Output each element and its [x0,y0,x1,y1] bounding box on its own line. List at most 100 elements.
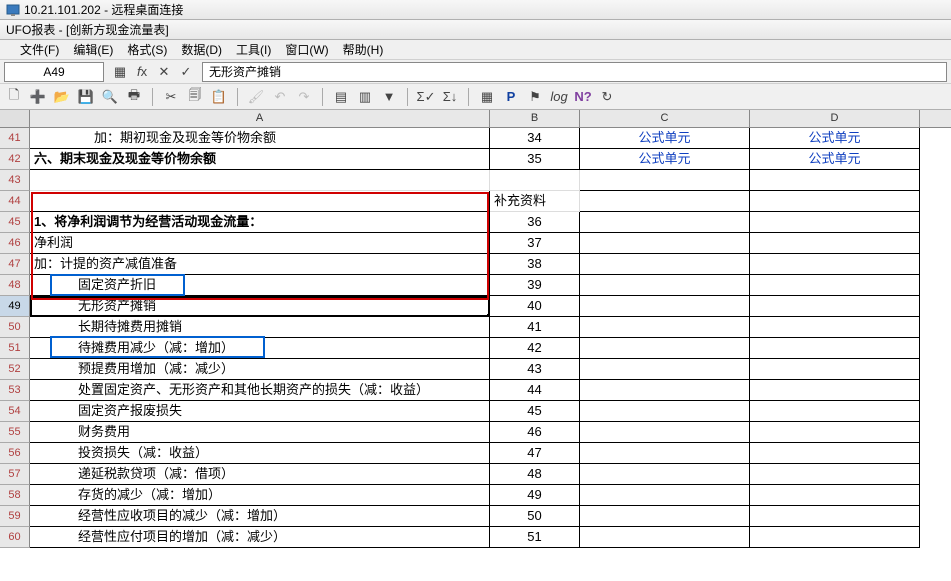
cell-D[interactable] [750,380,920,401]
fx-icon[interactable]: fx [134,64,150,80]
cell-B[interactable]: 42 [490,338,580,359]
preview-icon[interactable]: 🔍 [102,89,118,105]
row-header[interactable]: 49 [0,296,30,317]
delete-row-icon[interactable]: ▥ [357,89,373,105]
param-icon[interactable]: P [503,89,519,105]
cell-B[interactable]: 50 [490,506,580,527]
cell-A[interactable]: 处置固定资产、无形资产和其他长期资产的损失（减：收益） [30,380,490,401]
corner-cell[interactable] [0,110,30,127]
cell-A[interactable]: 净利润 [30,233,490,254]
cell-C[interactable] [580,380,750,401]
confirm-icon[interactable]: ✓ [178,64,194,80]
cell-A[interactable]: 加：计提的资产减值准备 [30,254,490,275]
save-icon[interactable]: 💾 [78,89,94,105]
cell-B[interactable]: 36 [490,212,580,233]
cell-C[interactable] [580,275,750,296]
cell-A[interactable]: 六、期末现金及现金等价物余额 [30,149,490,170]
cell-B[interactable]: 44 [490,380,580,401]
row-header[interactable]: 47 [0,254,30,275]
cell-D[interactable] [750,464,920,485]
undo-icon[interactable]: ↶ [272,89,288,105]
row-header[interactable]: 46 [0,233,30,254]
row-header[interactable]: 60 [0,527,30,548]
log-icon[interactable]: log [551,89,567,105]
menu-edit[interactable]: 编辑(E) [73,41,113,58]
cell-B[interactable]: 35 [490,149,580,170]
cell-B[interactable]: 补充资料 [490,191,580,212]
row-header[interactable]: 50 [0,317,30,338]
cell-C[interactable] [580,506,750,527]
cell-D[interactable] [750,359,920,380]
cell-A[interactable]: 加：期初现金及现金等价物余额 [30,128,490,149]
cell-A[interactable]: 存货的减少（减：增加） [30,485,490,506]
row-header[interactable]: 51 [0,338,30,359]
cell-D[interactable] [750,191,920,212]
sort-icon[interactable]: ▼ [381,89,397,105]
refresh-icon[interactable]: ↻ [599,89,615,105]
cell-D[interactable] [750,485,920,506]
row-header[interactable]: 56 [0,443,30,464]
menu-data[interactable]: 数据(D) [181,41,222,58]
cell-D[interactable]: 公式单元 [750,149,920,170]
cell-D[interactable] [750,275,920,296]
row-header[interactable]: 43 [0,170,30,191]
cell-C[interactable] [580,359,750,380]
col-header-C[interactable]: C [580,110,750,127]
cell-D[interactable] [750,317,920,338]
cell-A[interactable] [30,191,490,212]
cell-D[interactable] [750,170,920,191]
cell-D[interactable] [750,401,920,422]
cell-D[interactable] [750,527,920,548]
cell-C[interactable] [580,254,750,275]
row-header[interactable]: 41 [0,128,30,149]
cell-D[interactable] [750,233,920,254]
print-icon[interactable]: 🖶 [126,89,142,105]
add-sheet-icon[interactable]: ➕ [30,89,46,105]
cell-B[interactable]: 41 [490,317,580,338]
cell-reference-box[interactable]: A49 [4,62,104,82]
cell-A[interactable]: 固定资产报废损失 [30,401,490,422]
brush-icon[interactable]: 🖌 [248,89,264,105]
cell-D[interactable] [750,212,920,233]
cell-A[interactable]: 预提费用增加（减：减少） [30,359,490,380]
cell-A[interactable]: 财务费用 [30,422,490,443]
cell-C[interactable] [580,401,750,422]
cell-D[interactable] [750,254,920,275]
toggle-icon[interactable]: ▦ [112,64,128,80]
cell-B[interactable]: 46 [490,422,580,443]
cut-icon[interactable]: ✂ [163,89,179,105]
row-header[interactable]: 55 [0,422,30,443]
cell-B[interactable]: 48 [490,464,580,485]
row-header[interactable]: 58 [0,485,30,506]
help-icon[interactable]: N? [575,89,591,105]
cell-A[interactable]: 长期待摊费用摊销 [30,317,490,338]
cell-C[interactable] [580,317,750,338]
freeze-icon[interactable]: ▦ [479,89,495,105]
cell-B[interactable] [490,170,580,191]
paste-icon[interactable]: 📋 [211,89,227,105]
cell-D[interactable] [750,338,920,359]
cell-C[interactable] [580,296,750,317]
col-header-B[interactable]: B [490,110,580,127]
cell-B[interactable]: 37 [490,233,580,254]
menu-tools[interactable]: 工具(I) [236,41,271,58]
cell-C[interactable] [580,233,750,254]
sum-icon[interactable]: Σ✓ [418,89,434,105]
cell-B[interactable]: 51 [490,527,580,548]
row-header[interactable]: 53 [0,380,30,401]
cell-C[interactable] [580,485,750,506]
cell-A[interactable]: 固定资产折旧 [30,275,490,296]
cell-B[interactable]: 39 [490,275,580,296]
col-header-D[interactable]: D [750,110,920,127]
formula-bar[interactable]: 无形资产摊销 [202,62,947,82]
cell-B[interactable]: 45 [490,401,580,422]
cell-B[interactable]: 47 [490,443,580,464]
copy-icon[interactable]: 🗐 [187,89,203,105]
row-header[interactable]: 57 [0,464,30,485]
insert-row-icon[interactable]: ▤ [333,89,349,105]
menu-format[interactable]: 格式(S) [127,41,167,58]
row-header[interactable]: 59 [0,506,30,527]
cell-A[interactable]: 经营性应收项目的减少（减：增加） [30,506,490,527]
cell-D[interactable] [750,296,920,317]
row-header[interactable]: 42 [0,149,30,170]
